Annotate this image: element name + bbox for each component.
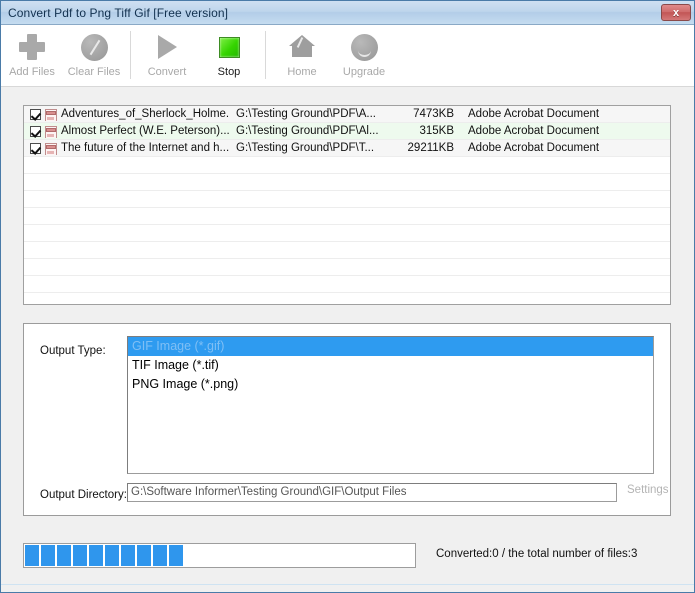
row-checkbox[interactable] [30, 142, 41, 154]
stop-square-icon [212, 32, 246, 62]
table-row-empty[interactable] [24, 225, 670, 242]
table-row-empty[interactable] [24, 293, 670, 304]
pdf-file-icon [45, 142, 57, 155]
progress-segment [153, 545, 167, 566]
table-row-empty[interactable] [24, 276, 670, 293]
file-size-cell: 315KB [419, 125, 454, 137]
file-size-cell: 7473KB [413, 108, 454, 120]
progress-segment [89, 545, 103, 566]
output-type-option[interactable]: PNG Image (*.png) [128, 375, 653, 394]
progress-segment [121, 545, 135, 566]
clear-files-label: Clear Files [67, 66, 121, 78]
toolbar-separator-1 [130, 31, 131, 79]
home-icon [285, 32, 319, 62]
row-checkbox[interactable] [30, 108, 41, 120]
add-files-label: Add Files [9, 66, 55, 78]
home-button[interactable]: Home [271, 29, 333, 85]
table-row-empty[interactable] [24, 157, 670, 174]
settings-button[interactable]: Settings [627, 484, 669, 496]
file-name-text: Almost Perfect (W.E. Peterson).... [61, 125, 230, 137]
status-text: Converted:0 / the total number of files:… [436, 548, 638, 560]
table-row[interactable]: Adventures_of_Sherlock_Holme... G:\Testin… [24, 106, 670, 123]
file-type-cell: Adobe Acrobat Document [468, 142, 600, 154]
file-name-cell: The future of the Internet and h... [24, 142, 230, 155]
upgrade-circle-icon [347, 32, 381, 62]
progress-bar-fill [24, 544, 188, 567]
convert-label: Convert [147, 66, 187, 78]
file-list-panel: Adventures_of_Sherlock_Holme... G:\Testin… [23, 105, 671, 305]
toolbar: Add Files Clear Files Convert Stop Home [1, 25, 694, 87]
file-name-text: Adventures_of_Sherlock_Holme... [61, 108, 230, 120]
progress-segment [41, 545, 55, 566]
application-window: Convert Pdf to Png Tiff Gif [Free versio… [0, 0, 695, 593]
window-title: Convert Pdf to Png Tiff Gif [Free versio… [8, 5, 229, 20]
table-row-empty[interactable] [24, 242, 670, 259]
stop-button[interactable]: Stop [198, 29, 260, 85]
file-type-cell: Adobe Acrobat Document [468, 108, 600, 120]
file-type-cell: Adobe Acrobat Document [468, 125, 600, 137]
progress-segment [169, 545, 183, 566]
clear-files-button[interactable]: Clear Files [63, 29, 125, 85]
output-type-label: Output Type: [40, 345, 106, 357]
home-label: Home [287, 66, 317, 78]
close-icon[interactable]: x [661, 4, 691, 21]
progress-segment [57, 545, 71, 566]
file-size-cell: 29211KB [407, 142, 454, 154]
table-row[interactable]: The future of the Internet and h... G:\Te… [24, 140, 670, 157]
convert-button[interactable]: Convert [136, 29, 198, 85]
output-type-option[interactable]: GIF Image (*.gif) [128, 337, 653, 356]
output-settings-panel: Output Type: GIF Image (*.gif) TIF Image … [23, 323, 671, 516]
plus-icon [15, 32, 49, 62]
pdf-file-icon [45, 125, 57, 138]
add-files-button[interactable]: Add Files [1, 29, 63, 85]
play-icon [150, 32, 184, 62]
bottom-divider [1, 584, 694, 585]
file-name-text: The future of the Internet and h... [61, 142, 230, 154]
output-directory-label: Output Directory: [40, 489, 127, 501]
table-row-empty[interactable] [24, 191, 670, 208]
file-path-cell: G:\Testing Ground\PDF\Al... [236, 125, 379, 137]
title-bar: Convert Pdf to Png Tiff Gif [Free versio… [1, 1, 694, 25]
progress-segment [25, 545, 39, 566]
output-type-option[interactable]: TIF Image (*.tif) [128, 356, 653, 375]
progress-segment [73, 545, 87, 566]
progress-bar [23, 543, 416, 568]
table-row-empty[interactable] [24, 208, 670, 225]
upgrade-button[interactable]: Upgrade [333, 29, 395, 85]
toolbar-separator-2 [265, 31, 266, 79]
progress-segment [105, 545, 119, 566]
file-name-cell: Almost Perfect (W.E. Peterson).... [24, 125, 230, 138]
file-list[interactable]: Adventures_of_Sherlock_Holme... G:\Testin… [24, 106, 670, 304]
stop-label: Stop [217, 66, 241, 78]
pdf-file-icon [45, 108, 57, 121]
upgrade-label: Upgrade [342, 66, 386, 78]
row-checkbox[interactable] [30, 125, 41, 137]
clear-circle-icon [77, 32, 111, 62]
output-directory-input[interactable]: G:\Software Informer\Testing Ground\GIF\… [127, 483, 617, 502]
file-path-cell: G:\Testing Ground\PDF\A... [236, 108, 376, 120]
file-path-cell: G:\Testing Ground\PDF\T... [236, 142, 375, 154]
progress-segment [137, 545, 151, 566]
file-name-cell: Adventures_of_Sherlock_Holme... [24, 108, 230, 121]
table-row-empty[interactable] [24, 174, 670, 191]
output-type-listbox[interactable]: GIF Image (*.gif) TIF Image (*.tif) PNG Im… [127, 336, 654, 474]
table-row[interactable]: Almost Perfect (W.E. Peterson).... G:\Tes… [24, 123, 670, 140]
table-row-empty[interactable] [24, 259, 670, 276]
